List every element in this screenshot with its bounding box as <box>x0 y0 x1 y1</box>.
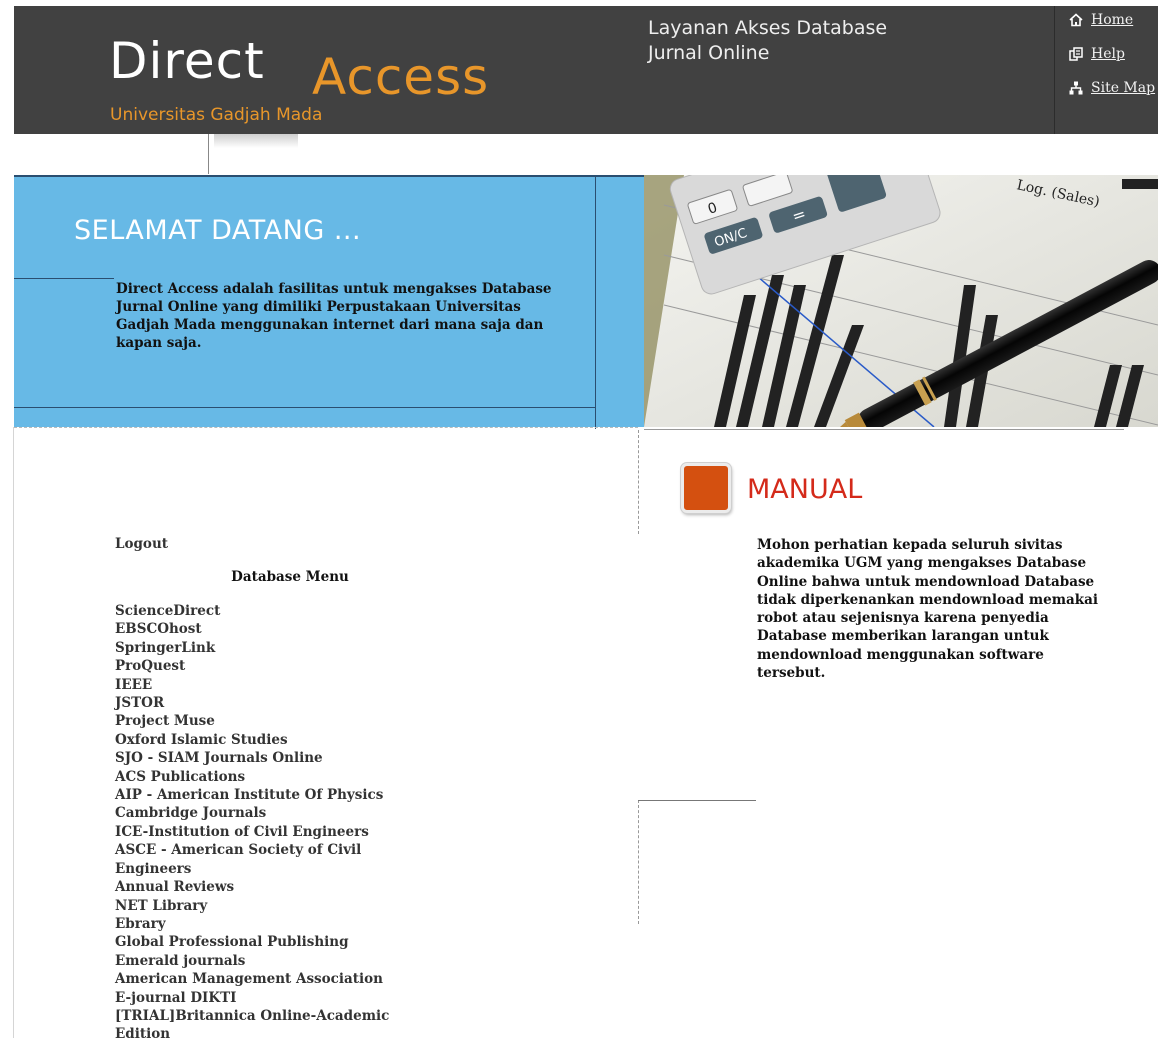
database-menu-title: Database Menu <box>231 569 349 585</box>
tab-indicator <box>214 134 298 148</box>
manual-border-bottom <box>638 800 639 924</box>
help-link[interactable]: Help <box>1069 46 1125 62</box>
sitemap-icon <box>1069 81 1083 95</box>
db-link-cambridge[interactable]: Cambridge Journals <box>115 804 430 822</box>
sitemap-link-label: Site Map <box>1091 80 1156 96</box>
db-link-emerald[interactable]: Emerald journals <box>115 952 430 970</box>
nav-tab-strip <box>14 134 1158 176</box>
db-link-britannica[interactable]: [TRIAL]Britannica Online-Academic <box>115 1007 430 1025</box>
home-link-label: Home <box>1091 12 1134 28</box>
logout-link[interactable]: Logout <box>115 536 168 552</box>
db-link-ejournal-dikti[interactable]: E-journal DIKTI <box>115 989 430 1007</box>
manual-icon <box>681 463 731 513</box>
db-link-acs[interactable]: ACS Publications <box>115 768 430 786</box>
tagline-line2: Jurnal Online <box>648 42 770 64</box>
help-icon <box>1069 47 1083 61</box>
db-link-project-muse[interactable]: Project Muse <box>115 712 430 730</box>
welcome-intro: Direct Access adalah fasilitas untuk men… <box>116 281 552 351</box>
db-link-ebscohost[interactable]: EBSCOhost <box>115 620 430 638</box>
banner-photo: 0 ON/C = + Log. (Sales) <box>644 175 1158 427</box>
home-link[interactable]: Home <box>1069 12 1133 28</box>
sitemap-link[interactable]: Site Map <box>1069 80 1155 96</box>
db-link-aip[interactable]: AIP - American Institute Of Physics <box>115 786 430 804</box>
banner-divider <box>595 177 596 429</box>
top-links: Home Help Site Map <box>1054 6 1158 134</box>
manual-notice: Mohon perhatian kepada seluruh sivitas a… <box>757 537 1098 682</box>
manual-border-top <box>638 430 639 534</box>
welcome-heading: SELAMAT DATANG ... <box>74 215 362 246</box>
logo-university: Universitas Gadjah Mada <box>110 105 323 125</box>
db-link-ebrary[interactable]: Ebrary <box>115 915 430 933</box>
db-link-proquest[interactable]: ProQuest <box>115 657 430 675</box>
logo-access: Access <box>312 48 490 106</box>
content-divider-right <box>644 429 1124 430</box>
help-link-label: Help <box>1091 46 1125 62</box>
home-icon <box>1069 13 1083 27</box>
db-link-net-library[interactable]: NET Library <box>115 897 430 915</box>
tagline-line1: Layanan Akses Database <box>648 17 888 39</box>
db-link-sjo[interactable]: SJO - SIAM Journals Online <box>115 749 430 767</box>
database-menu-list: ScienceDirect EBSCOhost SpringerLink Pro… <box>115 602 430 1038</box>
db-link-asce[interactable]: ASCE - American Society of Civil <box>115 841 430 859</box>
db-link-britannica-cont[interactable]: Edition <box>115 1025 430 1038</box>
banner-rule-bottom <box>14 407 596 408</box>
db-link-ama[interactable]: American Management Association <box>115 970 430 988</box>
logo-direct: Direct <box>109 32 265 90</box>
db-link-sciencedirect[interactable]: ScienceDirect <box>115 602 430 620</box>
manual-title: MANUAL <box>747 474 863 505</box>
db-link-oxford-islamic[interactable]: Oxford Islamic Studies <box>115 731 430 749</box>
db-link-annual-reviews[interactable]: Annual Reviews <box>115 878 430 896</box>
welcome-banner: SELAMAT DATANG ... Direct Access adalah … <box>14 175 644 429</box>
db-link-springerlink[interactable]: SpringerLink <box>115 639 430 657</box>
banner-rule-top <box>14 278 114 279</box>
site-header: Direct Access Universitas Gadjah Mada La… <box>14 6 1158 134</box>
db-link-ice[interactable]: ICE-Institution of Civil Engineers <box>115 823 430 841</box>
content-divider-left <box>14 427 638 428</box>
site-tagline: Layanan Akses Database Jurnal Online <box>648 16 948 66</box>
manual-rule <box>638 800 756 801</box>
page-left-border <box>13 427 14 1038</box>
db-link-jstor[interactable]: JSTOR <box>115 694 430 712</box>
db-link-ieee[interactable]: IEEE <box>115 676 430 694</box>
db-link-global-professional[interactable]: Global Professional Publishing <box>115 933 430 951</box>
tab-divider <box>208 134 209 174</box>
calculator-pen-illustration: 0 ON/C = + Log. (Sales) <box>644 175 1158 427</box>
db-link-asce-cont[interactable]: Engineers <box>115 860 430 878</box>
